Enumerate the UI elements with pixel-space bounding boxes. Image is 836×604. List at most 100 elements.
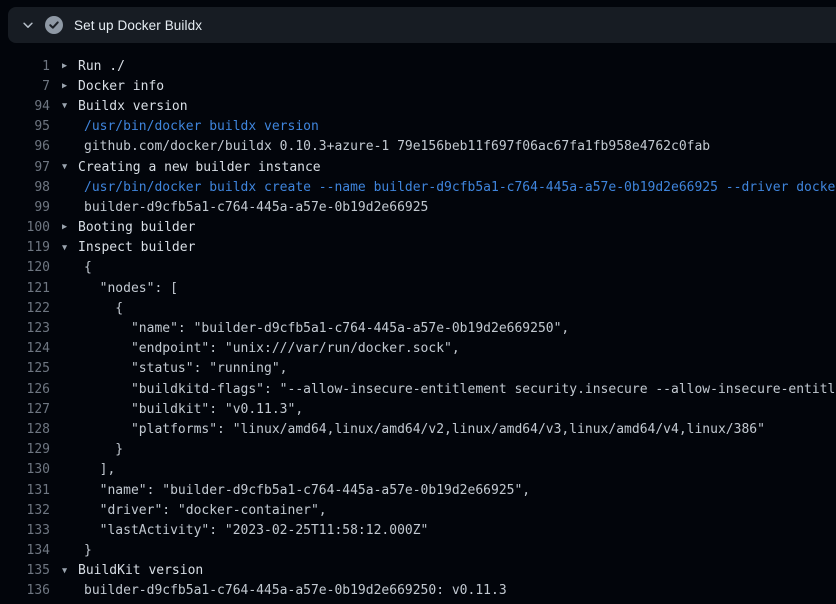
- line-content: builder-d9cfb5a1-c764-445a-a57e-0b19d2e6…: [62, 200, 428, 215]
- line-number[interactable]: 121: [0, 281, 50, 296]
- triangle-down-icon[interactable]: ▼: [62, 102, 78, 111]
- log-line: 99 builder-d9cfb5a1-c764-445a-a57e-0b19d2…: [0, 197, 836, 217]
- line-number[interactable]: 100: [0, 220, 50, 235]
- line-number[interactable]: 7: [0, 79, 50, 94]
- line-content: /usr/bin/docker buildx version: [62, 119, 319, 134]
- line-content: ▼Buildx version: [62, 99, 188, 114]
- chevron-down-icon[interactable]: [20, 17, 36, 33]
- line-content: "platforms": "linux/amd64,linux/amd64/v2…: [62, 422, 765, 437]
- log-line[interactable]: 100 ▶Booting builder: [0, 218, 836, 238]
- line-content: {: [62, 260, 92, 275]
- line-content: "driver": "docker-container",: [62, 503, 327, 518]
- output-text: "nodes": [: [84, 281, 178, 296]
- line-number[interactable]: 96: [0, 139, 50, 154]
- line-content: "buildkitd-flags": "--allow-insecure-ent…: [62, 382, 836, 397]
- output-text: "platforms": "linux/amd64,linux/amd64/v2…: [84, 422, 765, 437]
- log-line: 120 {: [0, 258, 836, 278]
- output-text: "driver": "docker-container",: [84, 503, 327, 518]
- log-line: 122 {: [0, 298, 836, 318]
- triangle-right-icon[interactable]: ▶: [62, 82, 78, 91]
- output-text: }: [84, 442, 123, 457]
- line-number[interactable]: 128: [0, 422, 50, 437]
- line-content: "lastActivity": "2023-02-25T11:58:12.000…: [62, 523, 428, 538]
- line-content: ▶Booting builder: [62, 220, 195, 235]
- command-text: /usr/bin/docker buildx create --name bui…: [84, 180, 836, 195]
- output-text: builder-d9cfb5a1-c764-445a-a57e-0b19d2e6…: [84, 583, 507, 598]
- group-title: Buildx version: [78, 99, 188, 114]
- log-line: 129 }: [0, 440, 836, 460]
- output-text: "name": "builder-d9cfb5a1-c764-445a-a57e…: [84, 483, 530, 498]
- triangle-right-icon[interactable]: ▶: [62, 223, 78, 232]
- log-lines: 1▶Run ./7▶Docker info94▼Buildx version95…: [0, 56, 836, 601]
- line-content: "buildkit": "v0.11.3",: [62, 402, 303, 417]
- line-number[interactable]: 99: [0, 200, 50, 215]
- output-text: "buildkitd-flags": "--allow-insecure-ent…: [84, 382, 836, 397]
- log-line: 96 github.com/docker/buildx 0.10.3+azure-…: [0, 137, 836, 157]
- line-content: github.com/docker/buildx 0.10.3+azure-1 …: [62, 139, 710, 154]
- log-line[interactable]: 135▼BuildKit version: [0, 561, 836, 581]
- line-number[interactable]: 130: [0, 462, 50, 477]
- line-number[interactable]: 134: [0, 543, 50, 558]
- line-number[interactable]: 123: [0, 321, 50, 336]
- output-text: }: [84, 543, 92, 558]
- group-title: Run ./: [78, 59, 125, 74]
- output-text: ],: [84, 462, 115, 477]
- output-text: "status": "running",: [84, 361, 288, 376]
- output-text: {: [84, 260, 92, 275]
- line-number[interactable]: 94: [0, 99, 50, 114]
- triangle-down-icon[interactable]: ▼: [62, 244, 78, 253]
- group-title: Docker info: [78, 79, 164, 94]
- line-number[interactable]: 125: [0, 361, 50, 376]
- line-content: "name": "builder-d9cfb5a1-c764-445a-a57e…: [62, 321, 569, 336]
- log-line: 98/usr/bin/docker buildx create --name b…: [0, 177, 836, 197]
- line-number[interactable]: 131: [0, 483, 50, 498]
- line-number[interactable]: 126: [0, 382, 50, 397]
- log-line[interactable]: 119 ▼Inspect builder: [0, 238, 836, 258]
- output-text: "lastActivity": "2023-02-25T11:58:12.000…: [84, 523, 428, 538]
- line-number[interactable]: 95: [0, 119, 50, 134]
- triangle-right-icon[interactable]: ▶: [62, 62, 78, 71]
- log-line[interactable]: 7 ▶Docker info: [0, 76, 836, 96]
- output-text: "name": "builder-d9cfb5a1-c764-445a-a57e…: [84, 321, 569, 336]
- line-number[interactable]: 120: [0, 260, 50, 275]
- line-content: ],: [62, 462, 115, 477]
- line-number[interactable]: 97: [0, 160, 50, 175]
- line-number[interactable]: 135: [0, 563, 50, 578]
- log-line: 127 "buildkit": "v0.11.3",: [0, 399, 836, 419]
- output-text: builder-d9cfb5a1-c764-445a-a57e-0b19d2e6…: [84, 200, 428, 215]
- triangle-down-icon[interactable]: ▼: [62, 567, 78, 576]
- triangle-down-icon[interactable]: ▼: [62, 163, 78, 172]
- log-line: 128 "platforms": "linux/amd64,linux/amd6…: [0, 419, 836, 439]
- log-line: 134}: [0, 541, 836, 561]
- line-number[interactable]: 136: [0, 583, 50, 598]
- log-line[interactable]: 1 ▶Run ./: [0, 56, 836, 76]
- log-line[interactable]: 97 ▼Creating a new builder instance: [0, 157, 836, 177]
- line-content: "status": "running",: [62, 361, 288, 376]
- line-number[interactable]: 133: [0, 523, 50, 538]
- line-content: {: [62, 301, 123, 316]
- log-line: 121 "nodes": [: [0, 278, 836, 298]
- line-content: "name": "builder-d9cfb5a1-c764-445a-a57e…: [62, 483, 530, 498]
- group-title: Booting builder: [78, 220, 195, 235]
- output-text: {: [84, 301, 123, 316]
- log-line: 133 "lastActivity": "2023-02-25T11:58:12…: [0, 520, 836, 540]
- step-header[interactable]: Set up Docker Buildx: [8, 7, 836, 43]
- log-line: 136 builder-d9cfb5a1-c764-445a-a57e-0b19d…: [0, 581, 836, 601]
- log-line[interactable]: 94 ▼Buildx version: [0, 96, 836, 116]
- step-title: Set up Docker Buildx: [74, 18, 202, 33]
- log-line: 131 "name": "builder-d9cfb5a1-c764-445a-…: [0, 480, 836, 500]
- line-number[interactable]: 98: [0, 180, 50, 195]
- log-line: 95/usr/bin/docker buildx version: [0, 117, 836, 137]
- line-number[interactable]: 127: [0, 402, 50, 417]
- line-number[interactable]: 132: [0, 503, 50, 518]
- line-content: ▼Inspect builder: [62, 240, 195, 255]
- line-content: "nodes": [: [62, 281, 178, 296]
- group-title: Creating a new builder instance: [78, 160, 321, 175]
- line-number[interactable]: 124: [0, 341, 50, 356]
- line-number[interactable]: 122: [0, 301, 50, 316]
- line-content: builder-d9cfb5a1-c764-445a-a57e-0b19d2e6…: [62, 583, 507, 598]
- line-number[interactable]: 129: [0, 442, 50, 457]
- line-number[interactable]: 119: [0, 240, 50, 255]
- log-line: 123 "name": "builder-d9cfb5a1-c764-445a-…: [0, 318, 836, 338]
- line-number[interactable]: 1: [0, 59, 50, 74]
